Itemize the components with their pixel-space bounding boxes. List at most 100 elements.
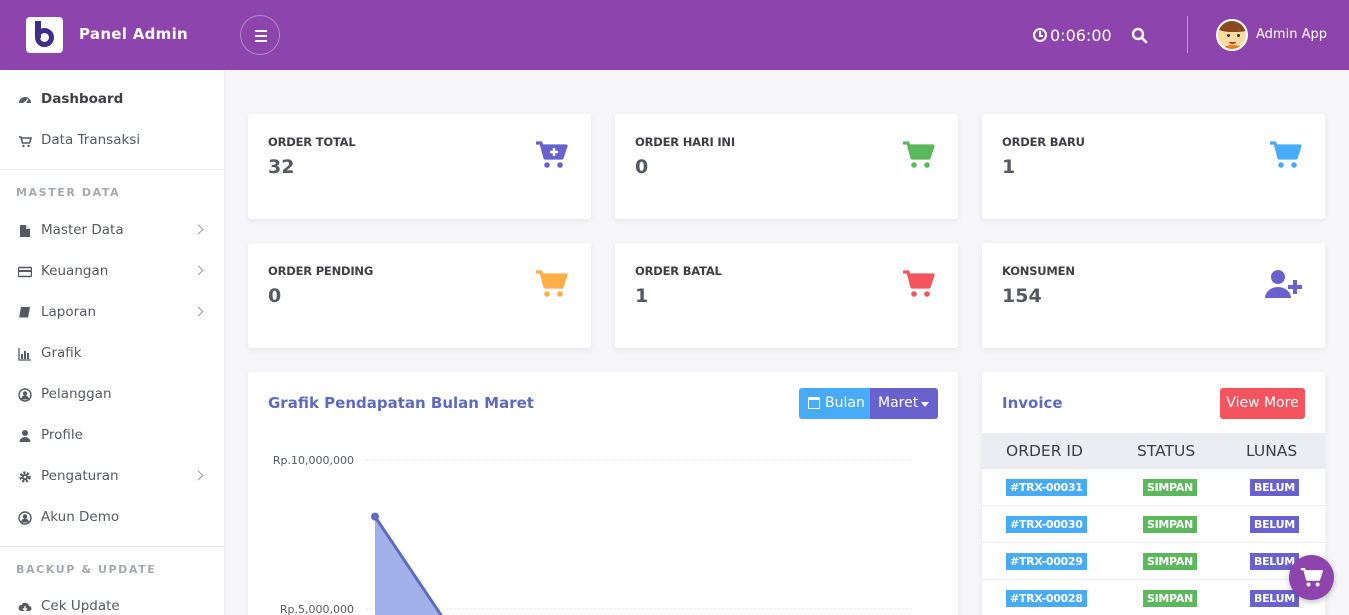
user-circle-icon (18, 511, 32, 525)
sidebar-item-label: Pelanggan (41, 386, 112, 402)
sidebar-item-label: Akun Demo (41, 509, 120, 525)
top-navbar: Panel Admin 0:06:00 Admin App (0, 0, 1349, 70)
status-badge: SIMPAN (1143, 516, 1197, 533)
stat-value: 0 (635, 156, 649, 178)
stat-label: ORDER BATAL (635, 264, 722, 278)
cart-icon (536, 270, 568, 297)
lunas-badge: BELUM (1250, 516, 1299, 533)
sidebar: Dashboard Data Transaksi MASTER DATA Mas… (0, 70, 224, 615)
stat-value: 1 (1002, 156, 1016, 178)
sidebar-item-laporan[interactable]: Laporan (0, 295, 224, 331)
sidebar-item-dashboard[interactable]: Dashboard (0, 82, 224, 118)
sidebar-item-cek-update[interactable]: Cek Update (0, 589, 224, 615)
invoice-table-header: ORDER ID STATUS LUNAS (982, 433, 1325, 469)
lunas-badge: BELUM (1250, 479, 1299, 496)
cart-icon (1270, 141, 1302, 168)
sidebar-item-label: Master Data (41, 222, 124, 238)
chevron-right-icon (193, 224, 204, 235)
stat-value: 1 (635, 285, 649, 307)
cart-icon (1300, 567, 1323, 587)
avatar[interactable] (1216, 19, 1248, 51)
user-menu-name[interactable]: Admin App (1256, 27, 1327, 42)
y-tick-label: Rp.10,000,000 (273, 454, 354, 467)
table-row[interactable]: #TRX-00028 SIMPAN BELUM (982, 580, 1325, 615)
brand-logo[interactable] (26, 17, 63, 53)
sidebar-item-data-transaksi[interactable]: Data Transaksi (0, 123, 224, 159)
sidebar-section-heading: MASTER DATA (16, 186, 121, 199)
search-icon[interactable] (1131, 27, 1148, 44)
dashboard-icon (19, 97, 31, 105)
clock-icon (1033, 28, 1047, 42)
filter-bulan-button[interactable]: Bulan (799, 388, 870, 419)
credit-card-icon (18, 266, 32, 278)
column-header-status[interactable]: STATUS (1137, 442, 1195, 460)
stat-card-order-pending: ORDER PENDING 0 (248, 243, 591, 348)
sidebar-item-label: Laporan (41, 304, 97, 320)
stat-card-order-baru: ORDER BARU 1 (982, 114, 1325, 219)
gear-icon (19, 471, 31, 483)
status-badge: SIMPAN (1143, 553, 1197, 570)
user-icon (19, 430, 31, 442)
session-timer: 0:06:00 (1050, 26, 1112, 45)
chevron-right-icon (193, 470, 204, 481)
y-tick-label: Rp.5,000,000 (280, 603, 354, 615)
caret-down-icon (921, 402, 929, 407)
column-header-lunas[interactable]: LUNAS (1246, 442, 1297, 460)
stat-card-order-batal: ORDER BATAL 1 (615, 243, 958, 348)
stat-value: 154 (1002, 285, 1042, 307)
sidebar-item-pengaturan[interactable]: Pengaturan (0, 459, 224, 495)
stat-label: ORDER HARI INI (635, 135, 735, 149)
sidebar-item-master-data[interactable]: Master Data (0, 213, 224, 249)
sidebar-item-akun-demo[interactable]: Akun Demo (0, 500, 224, 536)
month-select-dropdown[interactable]: Maret (870, 388, 938, 419)
month-select-label: Maret (878, 395, 919, 411)
user-plus-icon (1265, 270, 1302, 298)
stat-card-order-hari-ini: ORDER HARI INI 0 (615, 114, 958, 219)
table-row[interactable]: #TRX-00030 SIMPAN BELUM (982, 506, 1325, 543)
sidebar-item-label: Profile (41, 427, 83, 443)
sidebar-toggle-button[interactable] (240, 15, 280, 55)
view-more-button[interactable]: View More (1220, 388, 1305, 419)
sidebar-item-label: Dashboard (41, 91, 124, 107)
stat-label: ORDER BARU (1002, 135, 1085, 149)
cart-icon (903, 270, 935, 297)
sidebar-item-label: Grafik (41, 345, 82, 361)
table-row[interactable]: #TRX-00029 SIMPAN BELUM (982, 543, 1325, 580)
cart-icon (903, 141, 935, 168)
stat-value: 0 (268, 285, 282, 307)
order-id-badge[interactable]: #TRX-00030 (1006, 516, 1087, 533)
chevron-right-icon (193, 306, 204, 317)
sidebar-item-pelanggan[interactable]: Pelanggan (0, 377, 224, 413)
order-id-badge[interactable]: #TRX-00029 (1006, 553, 1087, 570)
revenue-chart-card: Grafik Pendapatan Bulan Maret Bulan Mare… (248, 372, 958, 615)
sidebar-item-label: Keuangan (41, 263, 109, 279)
sidebar-item-grafik[interactable]: Grafik (0, 336, 224, 372)
stat-label: ORDER PENDING (268, 264, 374, 278)
chart-title: Grafik Pendapatan Bulan Maret (268, 394, 534, 412)
floating-cart-button[interactable] (1289, 555, 1334, 600)
sidebar-item-keuangan[interactable]: Keuangan (0, 254, 224, 290)
sidebar-item-label: Cek Update (41, 598, 120, 614)
cloud-download-icon (18, 602, 32, 612)
brand-title[interactable]: Panel Admin (79, 25, 188, 43)
stat-card-konsumen: KONSUMEN 154 (982, 243, 1325, 348)
sidebar-item-profile[interactable]: Profile (0, 418, 224, 454)
revenue-area-chart: Rp.10,000,000 Rp.5,000,000 (273, 454, 914, 615)
bar-chart-icon (18, 348, 31, 361)
cart-plus-icon (536, 141, 568, 168)
sidebar-section-heading: BACKUP & UPDATE (16, 563, 157, 576)
column-header-order-id[interactable]: ORDER ID (1006, 442, 1083, 460)
navbar-divider (1187, 16, 1188, 53)
invoice-card: Invoice View More ORDER ID STATUS LUNAS … (982, 372, 1325, 615)
table-row[interactable]: #TRX-00031 SIMPAN BELUM (982, 469, 1325, 506)
filter-bulan-label: Bulan (825, 395, 865, 411)
data-point (371, 512, 379, 521)
invoice-title: Invoice (1002, 394, 1063, 412)
stat-label: KONSUMEN (1002, 264, 1075, 278)
calendar-icon (808, 397, 820, 409)
book-icon (19, 307, 30, 319)
order-id-badge[interactable]: #TRX-00028 (1006, 590, 1087, 607)
stat-label: ORDER TOTAL (268, 135, 356, 149)
file-icon (20, 225, 30, 237)
order-id-badge[interactable]: #TRX-00031 (1006, 479, 1087, 496)
